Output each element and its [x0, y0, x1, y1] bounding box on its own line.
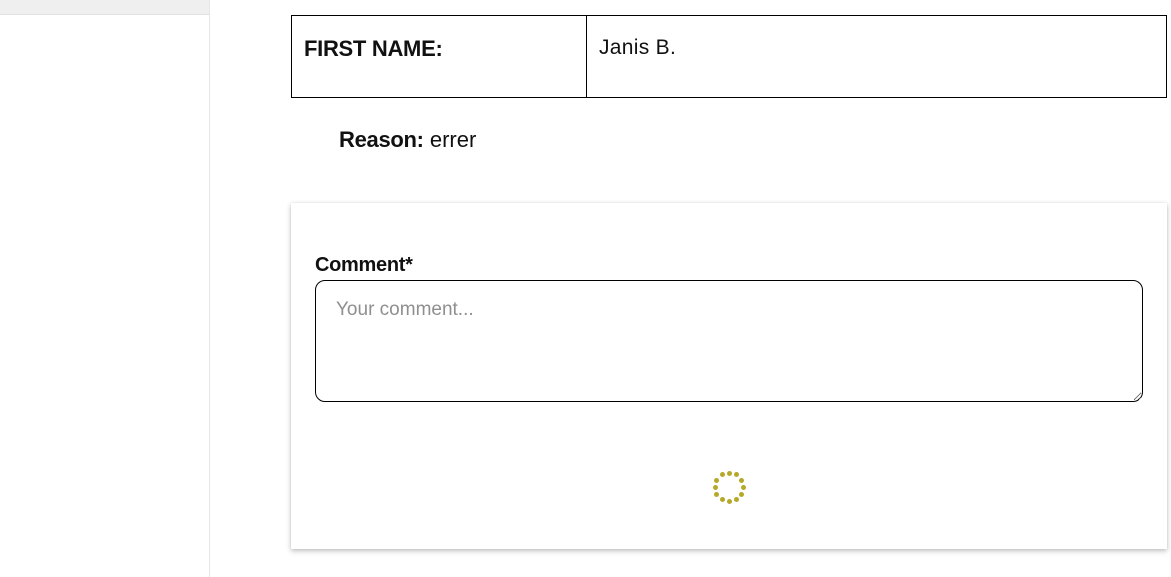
comment-textarea[interactable] — [315, 280, 1143, 402]
comment-card: Comment* — [291, 203, 1167, 549]
spinner-dot — [712, 484, 718, 490]
reason-label: Reason: — [339, 127, 424, 152]
sidebar — [0, 0, 210, 577]
spinner-dot — [740, 484, 746, 490]
sidebar-header — [0, 0, 209, 15]
details-table: FIRST NAME: Janis B. — [291, 15, 1167, 98]
spinner-dot — [726, 498, 732, 504]
spinner-dot — [719, 472, 725, 478]
spinner-dot — [726, 470, 732, 476]
first-name-value: Janis B. — [599, 36, 677, 59]
comment-label: Comment* — [315, 254, 413, 276]
spinner-dot — [719, 496, 725, 502]
spinner-dot — [714, 477, 720, 483]
loading-spinner-icon — [711, 469, 747, 505]
spinner-dot — [714, 491, 720, 497]
first-name-label: FIRST NAME: — [292, 16, 587, 97]
spinner-dot — [733, 472, 739, 478]
reason-line: Reason: errer — [339, 127, 476, 153]
spinner-dot — [738, 491, 744, 497]
reason-value: errer — [429, 127, 477, 152]
spinner-dot — [733, 496, 739, 502]
spinner-dot — [738, 477, 744, 483]
